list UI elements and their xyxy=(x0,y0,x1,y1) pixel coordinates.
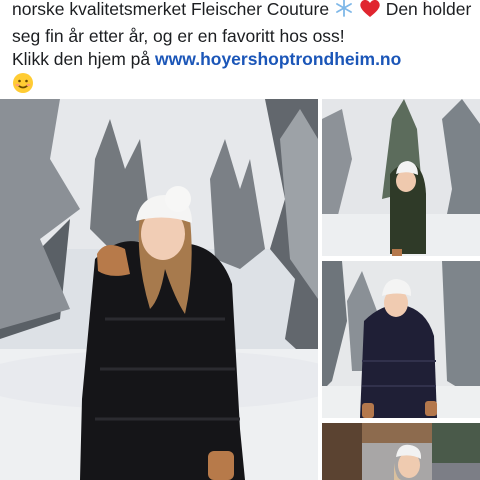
main-photo[interactable] xyxy=(0,99,318,480)
side-photo-navy-coat[interactable] xyxy=(322,261,480,418)
post-caption: norske kvalitetsmerket Fleischer Couture… xyxy=(12,0,472,100)
caption-line-2a: Den xyxy=(385,0,418,19)
caption-line-3: Klikk den hjem på xyxy=(12,49,151,69)
red-heart-icon xyxy=(359,0,381,25)
side-photo-green-coat[interactable] xyxy=(322,99,480,256)
side-photo-town[interactable] xyxy=(322,423,480,480)
website-link[interactable]: www.hoyershoptrondheim.no xyxy=(155,49,401,69)
snowflake-icon xyxy=(334,0,354,25)
caption-line-1: norske kvalitetsmerket Fleischer Couture xyxy=(12,0,330,19)
smiling-face-icon xyxy=(12,72,34,101)
